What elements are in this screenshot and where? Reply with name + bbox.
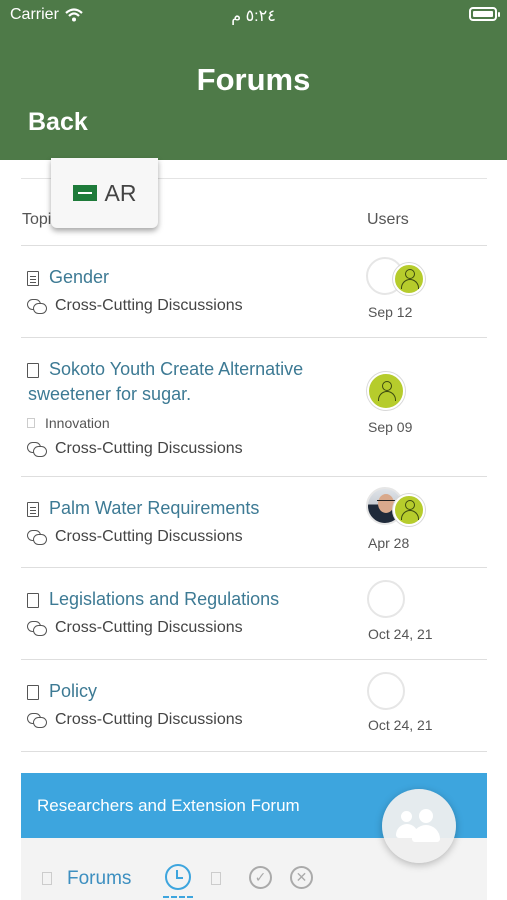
avatar-user[interactable] [367, 372, 405, 410]
topic-title[interactable]: Palm Water Requirements [49, 493, 259, 523]
person-icon [400, 500, 419, 520]
back-button[interactable]: Back [28, 108, 88, 137]
discussion-icon [27, 441, 47, 457]
tag-icon [27, 418, 35, 428]
column-header-topics: Topics [22, 211, 52, 228]
clock-icon[interactable] [165, 864, 191, 890]
close-circle-icon[interactable]: ✕ [290, 866, 313, 889]
category-label: Cross-Cutting Discussions [55, 528, 243, 545]
person-icon [377, 381, 396, 401]
topic-title-link[interactable]: Palm Water Requirements [27, 498, 259, 523]
topic-title-line2[interactable]: sweetener for sugar. [28, 379, 191, 409]
category-label: Cross-Cutting Discussions [55, 440, 243, 457]
avatar-empty[interactable] [367, 580, 405, 618]
topic-date: Oct 24, 21 [368, 626, 433, 642]
topic-row[interactable]: Gender Cross-Cutting Discussions Sep 12 [21, 246, 487, 338]
topic-date: Oct 24, 21 [368, 717, 433, 733]
topic-title-link[interactable]: Gender [27, 267, 109, 292]
status-bar: Carrier ٥:٢٤ م [0, 0, 507, 32]
topic-row[interactable]: Palm Water Requirements Cross-Cutting Di… [21, 477, 487, 568]
topic-date: Sep 09 [368, 419, 413, 435]
tag-label: Innovation [45, 415, 110, 431]
topic-date: Apr 28 [368, 535, 410, 551]
document-icon [27, 363, 39, 378]
tab-forums[interactable]: Forums [67, 868, 131, 890]
topic-title[interactable]: Policy [49, 676, 97, 706]
saudi-flag-icon [72, 185, 97, 201]
topic-category[interactable]: Cross-Cutting Discussions [27, 440, 243, 458]
document-icon [27, 593, 39, 608]
document-lines-icon [27, 502, 39, 517]
check-circle-icon[interactable]: ✓ [249, 866, 272, 889]
group-icon [396, 809, 442, 843]
topic-title[interactable]: Gender [49, 262, 109, 292]
avatar-user[interactable] [393, 494, 425, 526]
category-label: Cross-Cutting Discussions [55, 711, 243, 728]
topic-category[interactable]: Cross-Cutting Discussions [27, 711, 243, 729]
topic-date: Sep 12 [368, 304, 413, 320]
page-title: Forums [196, 62, 311, 97]
forum-card-title: Researchers and Extension Forum [37, 796, 300, 815]
active-tab-indicator [163, 896, 193, 898]
language-switch-button[interactable]: AR [51, 158, 158, 228]
members-fab-button[interactable] [382, 789, 456, 863]
discussion-icon [27, 620, 47, 636]
topic-category[interactable]: Cross-Cutting Discussions [27, 619, 243, 637]
language-label: AR [104, 179, 137, 206]
avatar-user[interactable] [393, 263, 425, 295]
topic-row[interactable]: Sokoto Youth Create Alternative sweetene… [21, 338, 487, 477]
topic-title[interactable]: Legislations and Regulations [49, 584, 279, 614]
discussion-icon [27, 529, 47, 545]
discussion-icon [27, 298, 47, 314]
topic-row[interactable]: Policy Cross-Cutting Discussions Oct 24,… [21, 660, 487, 752]
document-lines-icon [27, 271, 39, 286]
topic-row[interactable]: Legislations and Regulations Cross-Cutti… [21, 568, 487, 660]
status-time: ٥:٢٤ م [231, 8, 276, 25]
battery-icon [469, 7, 500, 21]
navigation-header: Carrier ٥:٢٤ م Forums Back [0, 0, 507, 160]
avatar-empty[interactable] [367, 672, 405, 710]
placeholder-icon [211, 872, 221, 885]
document-icon [27, 685, 39, 700]
person-icon [400, 269, 419, 289]
discussion-icon [27, 712, 47, 728]
topic-title-link[interactable]: Legislations and Regulations [27, 589, 279, 614]
category-label: Cross-Cutting Discussions [55, 297, 243, 314]
column-header-users: Users [367, 211, 409, 228]
topic-category[interactable]: Cross-Cutting Discussions [27, 297, 243, 315]
placeholder-icon [42, 872, 52, 885]
topic-title-link[interactable]: Policy [27, 681, 97, 706]
topic-tag[interactable]: Innovation [27, 415, 110, 431]
topic-category[interactable]: Cross-Cutting Discussions [27, 528, 243, 546]
category-label: Cross-Cutting Discussions [55, 619, 243, 636]
